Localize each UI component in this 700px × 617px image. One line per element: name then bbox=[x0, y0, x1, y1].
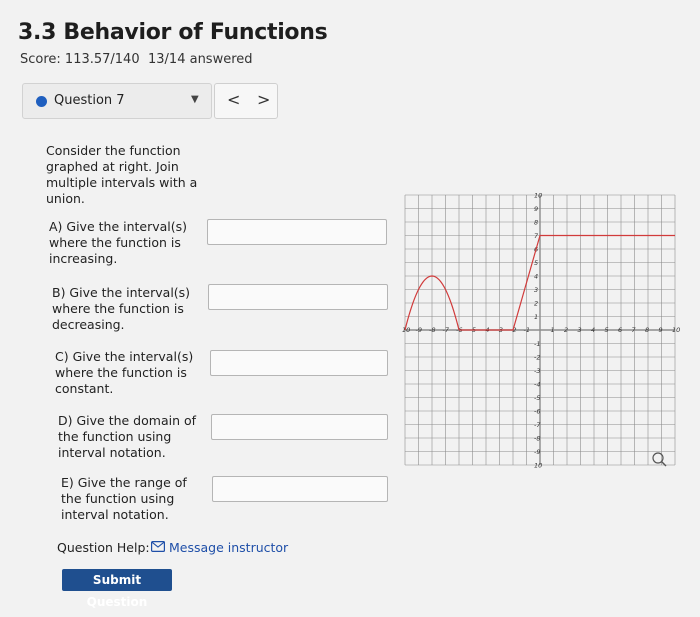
x-tick-label: -8 bbox=[429, 326, 435, 334]
magnifier-icon[interactable] bbox=[652, 452, 667, 467]
x-tick-label: -1 bbox=[524, 326, 530, 334]
x-tick-label: 8 bbox=[645, 326, 649, 334]
y-tick-label: 2 bbox=[534, 300, 538, 308]
part-d-answer-input[interactable] bbox=[211, 414, 388, 440]
prev-question-button[interactable]: < bbox=[227, 90, 240, 109]
part-e-prompt: E) Give the range of the function using … bbox=[61, 475, 187, 522]
question-selector[interactable]: Question 7 ▼ bbox=[22, 83, 212, 119]
dropdown-triangle-icon: ▼ bbox=[191, 94, 199, 105]
part-e-answer-input[interactable] bbox=[212, 476, 388, 502]
submit-question-button[interactable]: Submit Question bbox=[62, 569, 172, 609]
x-tick-label: -9 bbox=[416, 326, 422, 334]
y-tick-label: -8 bbox=[534, 435, 540, 443]
score-text: Score: 113.57/140 bbox=[20, 52, 140, 67]
part-c-prompt: C) Give the interval(s) where the functi… bbox=[55, 349, 194, 396]
y-tick-label: 10 bbox=[534, 192, 542, 200]
question-help-label: Question Help: bbox=[57, 540, 150, 555]
answered-count: 13/14 answered bbox=[148, 52, 253, 67]
y-tick-label: 5 bbox=[534, 259, 538, 267]
y-tick-label: -4 bbox=[534, 381, 540, 389]
envelope-icon bbox=[151, 541, 165, 552]
page: 3.3 Behavior of Functions Score: 113.57/… bbox=[0, 0, 700, 617]
part-d-prompt: D) Give the domain of the function using… bbox=[58, 413, 197, 460]
x-tick-label: -7 bbox=[443, 326, 450, 334]
y-tick-label: -7 bbox=[534, 421, 541, 429]
part-b-prompt: B) Give the interval(s) where the functi… bbox=[52, 285, 191, 332]
x-tick-label: 9 bbox=[659, 326, 663, 334]
y-tick-label: 7 bbox=[534, 232, 539, 240]
question-nav: < > bbox=[214, 83, 278, 119]
part-b-answer-input[interactable] bbox=[208, 284, 388, 310]
x-tick-label: 3 bbox=[578, 326, 582, 334]
question-intro: Consider the function graphed at right. … bbox=[46, 143, 198, 206]
x-tick-label: 1 bbox=[551, 326, 555, 334]
message-instructor-link[interactable]: Message instructor bbox=[169, 540, 288, 555]
y-tick-label: -5 bbox=[534, 394, 540, 402]
y-tick-label: -9 bbox=[534, 448, 540, 456]
part-a-answer-input[interactable] bbox=[207, 219, 387, 245]
y-tick-label: -6 bbox=[534, 408, 540, 416]
y-tick-label: -1 bbox=[534, 340, 540, 348]
x-tick-label: 2 bbox=[564, 326, 568, 334]
function-graph: 10 -9 -8 -7 -6 -5 -4 -3 -2 -1 1 2 3 4 5 6 7 8 9 10109876543… bbox=[402, 192, 680, 470]
y-tick-label: 8 bbox=[534, 219, 538, 227]
part-c-answer-input[interactable] bbox=[210, 350, 388, 376]
part-a-prompt: A) Give the interval(s) where the functi… bbox=[49, 219, 188, 266]
y-tick-label: -3 bbox=[534, 367, 540, 375]
y-tick-label: -2 bbox=[534, 354, 540, 362]
page-title: 3.3 Behavior of Functions bbox=[18, 20, 328, 45]
question-label: Question 7 bbox=[54, 93, 125, 108]
next-question-button[interactable]: > bbox=[257, 90, 270, 109]
y-tick-label: 9 bbox=[534, 205, 538, 213]
x-tick-label: 10 bbox=[672, 326, 680, 334]
x-tick-label: 5 bbox=[605, 326, 609, 334]
y-tick-label: 1 bbox=[534, 313, 538, 321]
status-dot-icon bbox=[36, 96, 47, 107]
x-tick-label: 6 bbox=[618, 326, 622, 334]
y-tick-label: 4 bbox=[534, 273, 538, 281]
y-tick-label: 3 bbox=[534, 286, 538, 294]
y-tick-label: 10 bbox=[534, 462, 542, 470]
x-tick-label: 4 bbox=[591, 326, 595, 334]
